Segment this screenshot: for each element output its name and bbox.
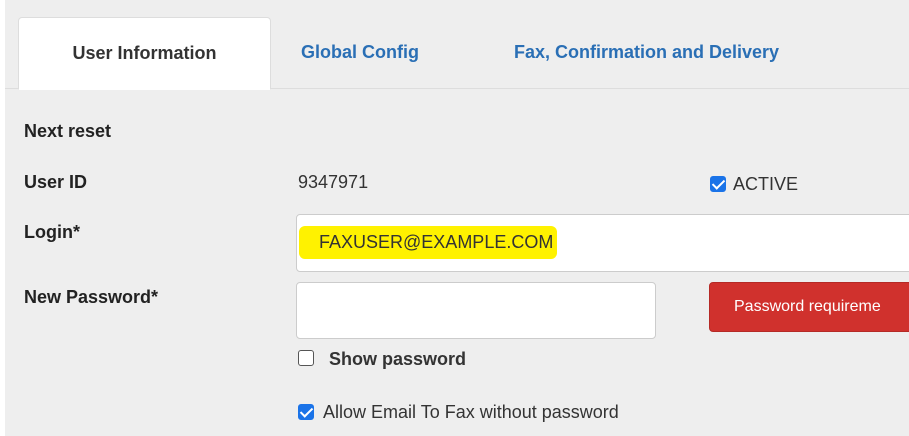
next-reset-label: Next reset (24, 121, 112, 141)
active-label: ACTIVE (733, 174, 799, 194)
allow-email-to-fax-label: Allow Email To Fax without password (323, 402, 619, 422)
tab-fax-confirmation-delivery-label: Fax, Confirmation and Delivery (514, 42, 780, 62)
tab-user-information-label: User Information (72, 43, 217, 63)
show-password-checkbox[interactable] (298, 350, 314, 366)
login-input-value: FAXUSER@EXAMPLE.COM (299, 226, 558, 259)
tab-bar: User Information Global Config Fax, Conf… (5, 0, 909, 90)
show-password-label: Show password (329, 349, 467, 369)
password-requirements-button[interactable]: Password requireme (709, 282, 909, 332)
tab-global-config-label: Global Config (301, 42, 419, 62)
tab-global-config[interactable]: Global Config (301, 17, 419, 88)
login-label: Login* (24, 222, 80, 242)
new-password-label: New Password* (24, 287, 159, 307)
user-id-label: User ID (24, 172, 88, 192)
tab-user-information[interactable]: User Information (18, 17, 271, 90)
user-id-value: 9347971 (298, 172, 369, 192)
new-password-input[interactable] (296, 282, 656, 339)
password-requirements-label: Password requireme (734, 298, 881, 315)
tab-fax-confirmation-delivery[interactable]: Fax, Confirmation and Delivery (514, 17, 779, 88)
active-checkbox[interactable] (710, 176, 726, 192)
allow-email-to-fax-checkbox[interactable] (298, 404, 314, 420)
